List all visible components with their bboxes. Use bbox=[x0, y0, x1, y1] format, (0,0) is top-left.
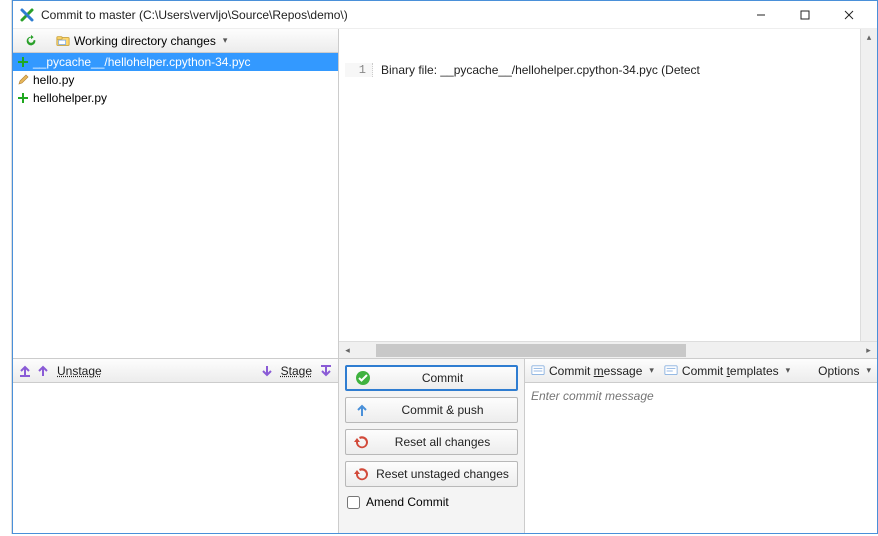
amend-label: Amend Commit bbox=[366, 495, 449, 509]
unstaged-file-list[interactable]: __pycache__/hellohelper.cpython-34.pyc h… bbox=[13, 53, 338, 358]
file-name: hello.py bbox=[33, 73, 74, 87]
amend-checkbox[interactable] bbox=[347, 496, 360, 509]
reset-icon bbox=[354, 466, 370, 482]
staged-panel: Unstage Stage bbox=[13, 359, 339, 533]
scroll-left-icon[interactable]: ◂ bbox=[339, 345, 356, 356]
window-title: Commit to master (C:\Users\vervljo\Sourc… bbox=[41, 8, 739, 22]
commit-message-input[interactable] bbox=[525, 383, 877, 533]
app-icon bbox=[19, 7, 35, 23]
file-row[interactable]: hellohelper.py bbox=[13, 89, 338, 107]
file-name: hellohelper.py bbox=[33, 91, 107, 105]
commit-message-toolbar: Commit message Commit templates Options bbox=[525, 359, 877, 383]
commit-push-label: Commit & push bbox=[376, 403, 509, 417]
diff-content[interactable]: 1 Binary file: __pycache__/hellohelper.c… bbox=[339, 29, 877, 358]
modified-icon bbox=[17, 74, 29, 86]
stage-button[interactable]: Stage bbox=[277, 364, 316, 378]
scroll-right-icon[interactable]: ▸ bbox=[860, 345, 877, 356]
diff-panel: 1 Binary file: __pycache__/hellohelper.c… bbox=[339, 29, 877, 358]
unstage-all-button[interactable] bbox=[17, 363, 33, 379]
vertical-scrollbar[interactable]: ▴ bbox=[860, 29, 877, 341]
reset-unstaged-label: Reset unstaged changes bbox=[376, 467, 509, 481]
amend-checkbox-row[interactable]: Amend Commit bbox=[345, 493, 518, 509]
commit-icon bbox=[355, 370, 371, 386]
commit-actions-panel: Commit Commit & push Reset all changes R… bbox=[339, 359, 525, 533]
staged-file-list[interactable] bbox=[13, 383, 338, 533]
file-row[interactable]: hello.py bbox=[13, 71, 338, 89]
diff-line: Binary file: __pycache__/hellohelper.cpy… bbox=[373, 63, 700, 77]
commit-templates-label: Commit templates bbox=[682, 364, 779, 378]
working-directory-dropdown[interactable]: Working directory changes bbox=[49, 31, 234, 51]
scroll-up-icon[interactable]: ▴ bbox=[861, 29, 877, 46]
titlebar: Commit to master (C:\Users\vervljo\Sourc… bbox=[13, 1, 877, 29]
commit-message-dropdown[interactable]: Commit message bbox=[531, 364, 654, 378]
stage-toolbar: Unstage Stage bbox=[13, 359, 338, 383]
file-row[interactable]: __pycache__/hellohelper.cpython-34.pyc bbox=[13, 53, 338, 71]
added-icon bbox=[17, 92, 29, 104]
minimize-button[interactable] bbox=[739, 1, 783, 29]
unstage-button[interactable]: Unstage bbox=[53, 364, 106, 378]
stage-button-icon[interactable] bbox=[259, 363, 275, 379]
close-button[interactable] bbox=[827, 1, 871, 29]
commit-templates-dropdown[interactable]: Commit templates bbox=[664, 364, 790, 378]
stage-all-button[interactable] bbox=[318, 363, 334, 379]
reset-icon bbox=[354, 434, 370, 450]
push-icon bbox=[354, 402, 370, 418]
commit-message-panel: Commit message Commit templates Options bbox=[525, 359, 877, 533]
options-label: Options bbox=[818, 364, 859, 378]
added-icon bbox=[17, 56, 29, 68]
refresh-button[interactable] bbox=[17, 31, 45, 51]
unstaged-panel: Working directory changes __pycache__/he… bbox=[13, 29, 339, 358]
line-number: 1 bbox=[345, 63, 373, 77]
file-name: __pycache__/hellohelper.cpython-34.pyc bbox=[33, 55, 251, 69]
maximize-button[interactable] bbox=[783, 1, 827, 29]
working-directory-label: Working directory changes bbox=[74, 34, 216, 48]
reset-all-button[interactable]: Reset all changes bbox=[345, 429, 518, 455]
unstaged-toolbar: Working directory changes bbox=[13, 29, 338, 53]
reset-all-label: Reset all changes bbox=[376, 435, 509, 449]
commit-button[interactable]: Commit bbox=[345, 365, 518, 391]
commit-push-button[interactable]: Commit & push bbox=[345, 397, 518, 423]
options-dropdown[interactable]: Options bbox=[818, 364, 871, 378]
scrollbar-thumb[interactable] bbox=[376, 344, 686, 357]
commit-message-label: Commit message bbox=[549, 364, 642, 378]
commit-window: Commit to master (C:\Users\vervljo\Sourc… bbox=[12, 0, 878, 534]
reset-unstaged-button[interactable]: Reset unstaged changes bbox=[345, 461, 518, 487]
app-left-strip bbox=[0, 0, 12, 534]
commit-label: Commit bbox=[377, 371, 508, 385]
horizontal-scrollbar[interactable]: ◂ ▸ bbox=[339, 341, 877, 358]
unstage-button-icon[interactable] bbox=[35, 363, 51, 379]
